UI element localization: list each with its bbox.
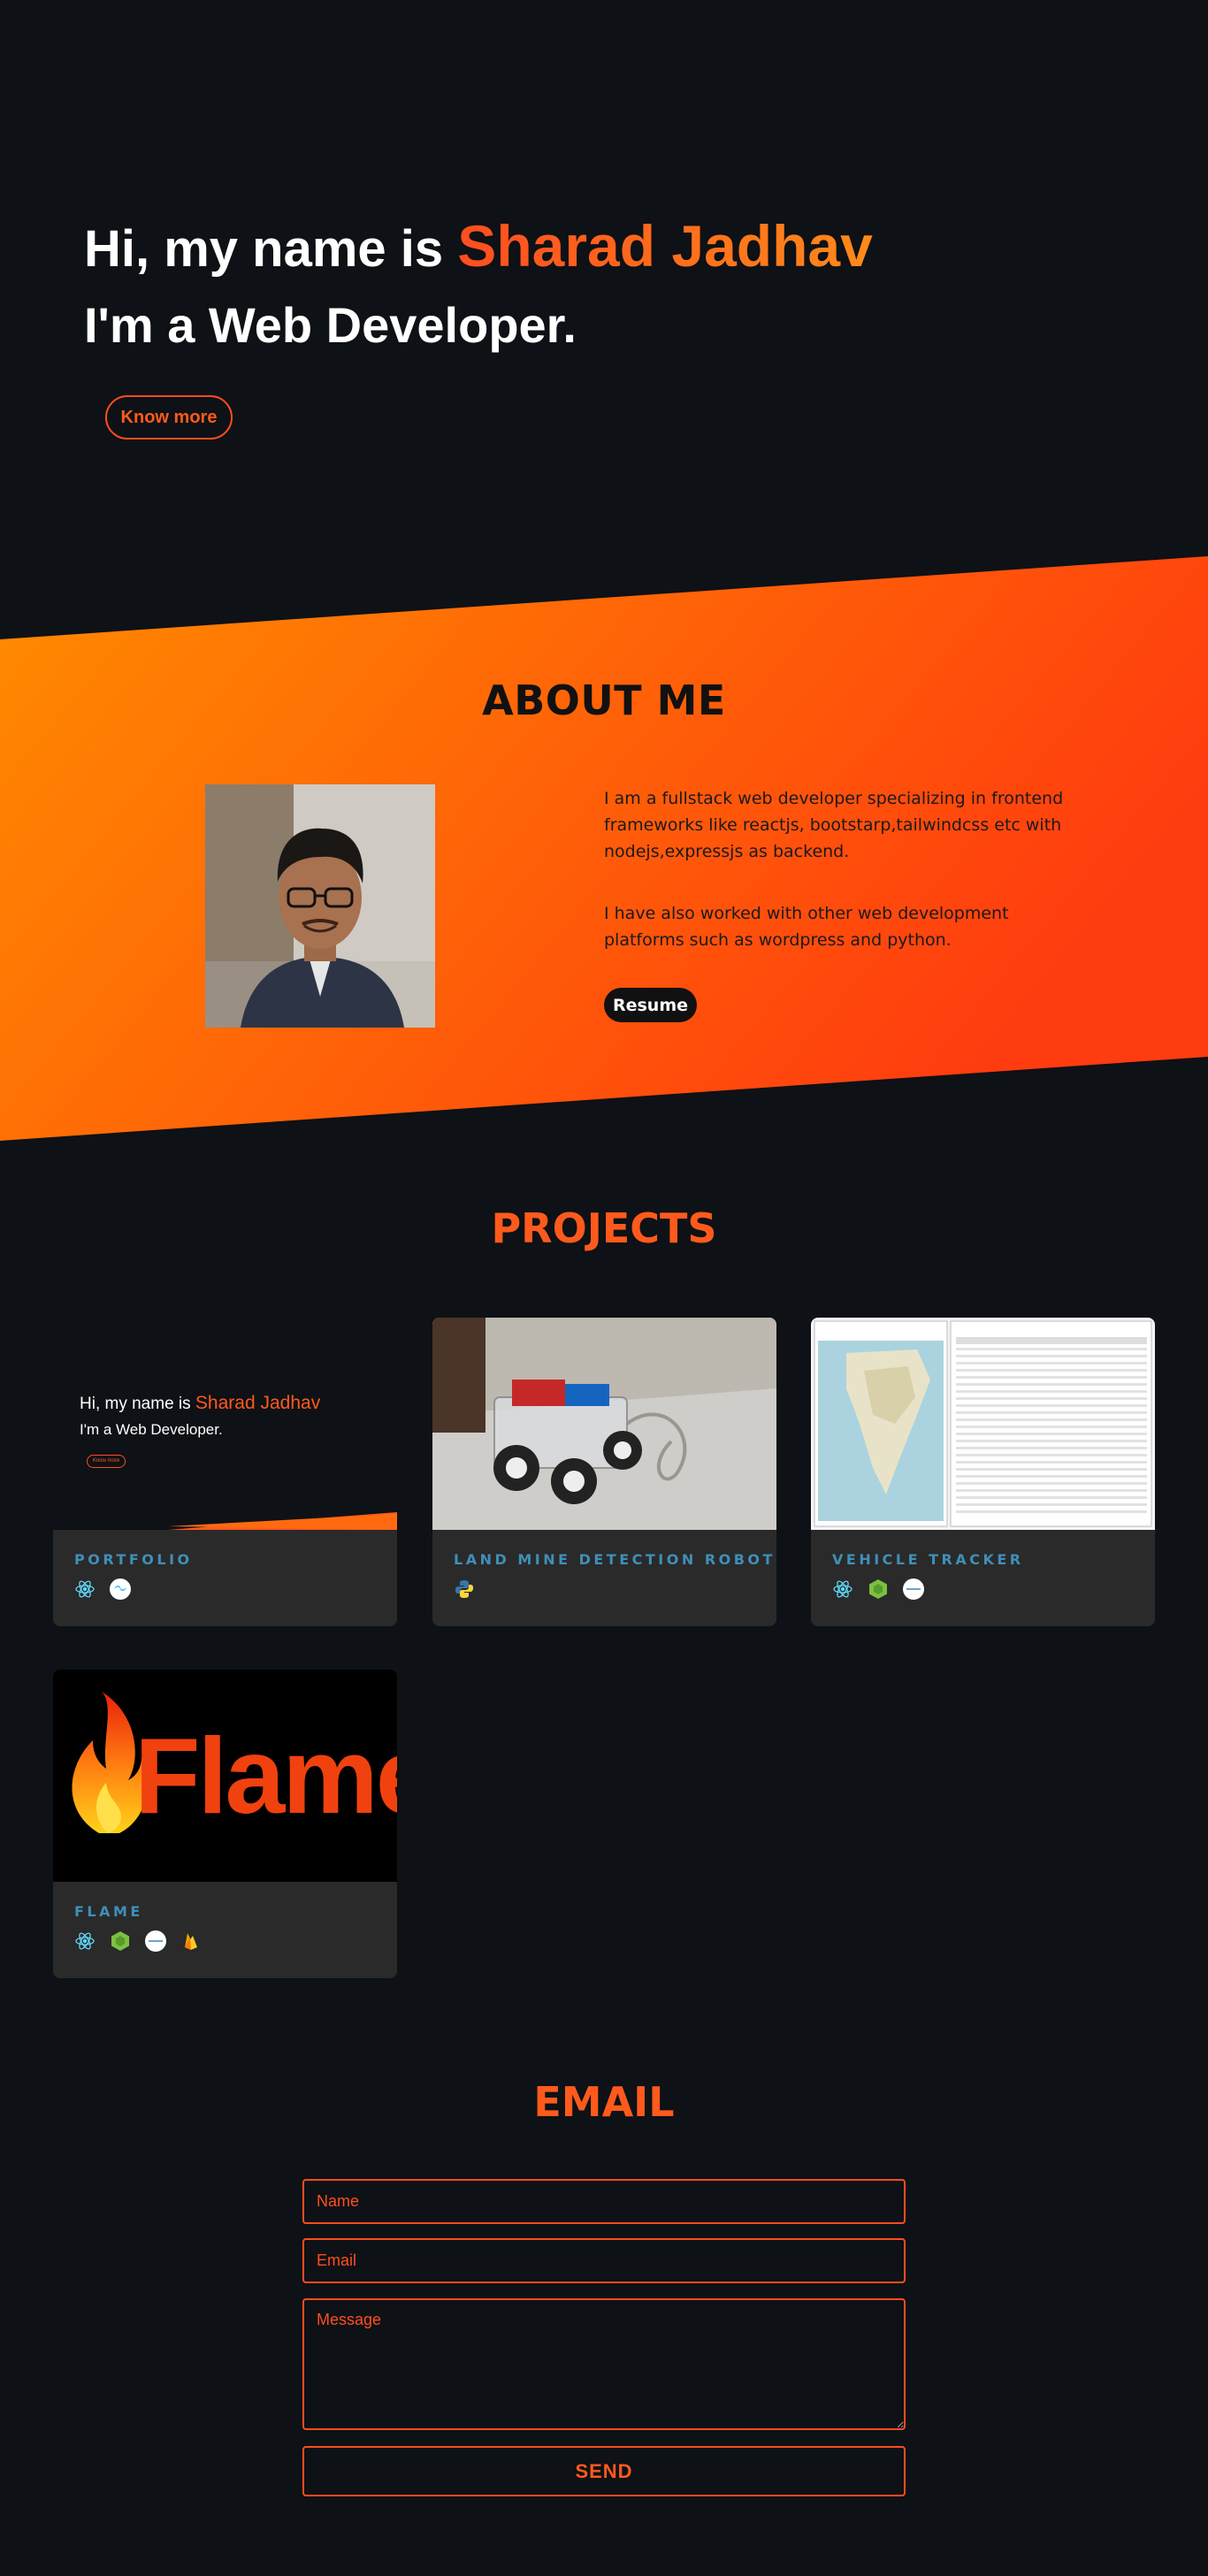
nodejs-icon — [110, 1930, 131, 1952]
tech-icons — [74, 1930, 202, 1952]
know-more-button[interactable]: Know more — [105, 395, 233, 440]
tech-icons — [74, 1578, 131, 1600]
project-card-land-mine-robot[interactable]: LAND MINE DETECTION ROBOT — [432, 1318, 776, 1626]
resume-button[interactable]: Resume — [604, 988, 697, 1022]
project-title: PORTFOLIO — [74, 1551, 193, 1568]
hero-greeting-text: Hi, my name is — [84, 220, 458, 278]
email-title: EMAIL — [533, 2078, 675, 2126]
name-field[interactable] — [302, 2179, 906, 2224]
react-icon — [74, 1578, 96, 1600]
preview-greeting: Hi, my name is Sharad Jadhav — [80, 1393, 320, 1414]
hero-role: I'm a Web Developer. — [84, 297, 577, 353]
project-card-vehicle-tracker[interactable]: VEHICLE TRACKER — [811, 1318, 1155, 1626]
tech-icons — [454, 1578, 475, 1600]
tailwind-icon — [110, 1578, 131, 1600]
project-card-flame[interactable]: Flame FLAME — [53, 1670, 397, 1978]
message-field[interactable] — [302, 2298, 906, 2430]
project-preview-portfolio: Hi, my name is Sharad Jadhav I'm a Web D… — [53, 1318, 397, 1530]
project-title: FLAME — [74, 1903, 143, 1920]
express-icon — [145, 1930, 166, 1952]
preview-know-more: Know more — [87, 1455, 126, 1468]
project-preview-flame: Flame — [53, 1670, 397, 1882]
about-paragraph-2: I have also worked with other web develo… — [604, 904, 1009, 950]
hero-section: Hi, my name is Sharad Jadhav I'm a Web D… — [0, 0, 1208, 566]
firebase-icon — [180, 1930, 202, 1952]
project-title: VEHICLE TRACKER — [832, 1551, 1024, 1568]
react-icon — [74, 1930, 96, 1952]
nodejs-icon — [868, 1578, 889, 1600]
about-title: ABOUT ME — [482, 676, 726, 724]
projects-title: PROJECTS — [491, 1204, 717, 1252]
express-icon — [903, 1578, 924, 1600]
email-field[interactable] — [302, 2238, 906, 2283]
project-card-portfolio[interactable]: Hi, my name is Sharad Jadhav I'm a Web D… — [53, 1318, 397, 1626]
preview-greeting-text: Hi, my name is — [80, 1395, 195, 1413]
python-icon — [454, 1578, 475, 1600]
project-preview-vehicle-tracker — [811, 1318, 1155, 1530]
flame-logo-text: Flame — [134, 1716, 397, 1836]
project-title: LAND MINE DETECTION ROBOT — [454, 1551, 776, 1568]
about-paragraph-1: I am a fullstack web developer specializ… — [604, 789, 1064, 861]
send-button[interactable]: SEND — [302, 2446, 906, 2496]
preview-name: Sharad Jadhav — [195, 1393, 321, 1413]
hero-greeting: Hi, my name is Sharad Jadhav — [84, 212, 873, 279]
profile-photo — [205, 784, 435, 1028]
hero-name: Sharad Jadhav — [457, 213, 873, 279]
tech-icons — [832, 1578, 924, 1600]
preview-role: I'm a Web Developer. — [80, 1421, 223, 1438]
react-icon — [832, 1578, 853, 1600]
project-preview-robot — [432, 1318, 776, 1530]
